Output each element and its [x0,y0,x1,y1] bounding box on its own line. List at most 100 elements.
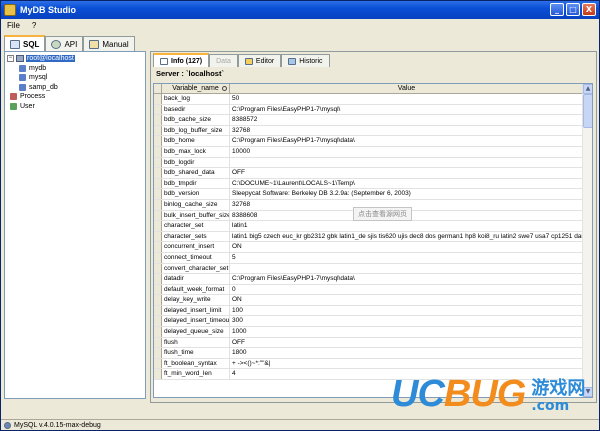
cell-variable-name[interactable]: datadir [162,274,230,284]
tab-api[interactable]: API [45,36,84,51]
cell-variable-name[interactable]: bdb_max_lock [162,146,230,157]
cell-value[interactable] [230,158,584,168]
table-row[interactable]: character_set latin1 [154,221,584,232]
cell-variable-name[interactable]: delayed_insert_timeout [162,316,230,327]
table-row[interactable]: connect_timeout 5 [154,252,584,264]
cell-value[interactable]: C:\Program Files\EasyPHP1-7\mysql\data\ [230,136,584,146]
row-indicator[interactable] [154,104,162,115]
tab-sql[interactable]: SQL [4,35,46,51]
cell-value[interactable]: 0 [230,285,584,295]
row-indicator[interactable] [154,305,162,316]
cell-value[interactable]: 100 [230,306,584,316]
table-row[interactable]: delayed_insert_limit 100 [154,305,584,317]
table-row[interactable]: bdb_max_lock 10000 [154,146,584,158]
cell-value[interactable]: 32768 [230,126,584,136]
menu-help[interactable]: ? [26,21,42,30]
cell-value[interactable]: 1800 [230,348,584,358]
row-indicator[interactable] [154,178,162,189]
cell-variable-name[interactable]: connect_timeout [162,252,230,263]
tree-root[interactable]: − root@localhost [7,54,75,64]
cell-variable-name[interactable]: basedir [162,104,230,115]
cell-value[interactable]: C:\DOCUME~1\Laurent\LOCALS~1\Temp\ [230,179,584,189]
row-indicator[interactable] [154,136,162,146]
cell-variable-name[interactable]: default_week_format [162,284,230,295]
table-row[interactable]: bdb_tmpdir C:\DOCUME~1\Laurent\LOCALS~1\T… [154,178,584,190]
row-indicator[interactable] [154,284,162,295]
table-row[interactable]: delayed_queue_size 1000 [154,327,584,338]
close-button[interactable]: X [582,3,596,16]
cell-value[interactable] [230,264,584,274]
tab-manual[interactable]: Manual [83,36,135,51]
variables-grid[interactable]: Variable_name Value back_log 50 basedir C:\… [153,83,593,398]
cell-variable-name[interactable]: bulk_insert_buffer_size [162,210,230,221]
tree-db-mysql[interactable]: mysql [7,73,75,83]
cell-variable-name[interactable]: bdb_shared_data [162,168,230,178]
table-row[interactable]: flush_time 1800 [154,348,584,359]
minimize-button[interactable]: _ [550,3,564,16]
tab-data[interactable]: Data [209,54,238,67]
cell-variable-name[interactable]: bdb_cache_size [162,115,230,125]
table-row[interactable]: back_log 50 [154,94,584,105]
tab-historic[interactable]: Historic [281,54,330,67]
table-row[interactable]: datadir C:\Program Files\EasyPHP1-7\mysql… [154,274,584,285]
row-indicator[interactable] [154,358,162,369]
row-indicator[interactable] [154,316,162,327]
cell-variable-name[interactable]: back_log [162,94,230,104]
cell-variable-name[interactable]: ft_boolean_syntax [162,358,230,369]
table-row[interactable]: character_sets latin1 big5 czech euc_kr g… [154,231,584,243]
cell-value[interactable]: ON [230,295,584,305]
cell-variable-name[interactable]: flush [162,337,230,348]
cell-variable-name[interactable]: delayed_queue_size [162,327,230,337]
cell-value[interactable]: + -><()~*:""&| [230,359,584,369]
table-row[interactable]: bdb_shared_data OFF [154,168,584,179]
scroll-up-icon[interactable]: ▲ [583,84,592,94]
table-row[interactable]: delayed_insert_timeout 300 [154,316,584,328]
search-icon[interactable] [222,86,227,91]
table-row[interactable]: bdb_home C:\Program Files\EasyPHP1-7\mysq… [154,136,584,147]
column-header-value[interactable]: Value [230,84,584,94]
tree-db-mydb[interactable]: mydb [7,64,75,74]
row-indicator[interactable] [154,94,162,104]
cell-variable-name[interactable]: delay_key_write [162,295,230,305]
row-indicator[interactable] [154,295,162,305]
cell-variable-name[interactable]: delayed_insert_limit [162,305,230,316]
row-indicator[interactable] [154,327,162,337]
cell-variable-name[interactable]: convert_character_set [162,263,230,274]
cell-value[interactable]: 1000 [230,327,584,337]
tab-editor[interactable]: Editor [237,54,282,67]
cell-variable-name[interactable]: bdb_version [162,189,230,199]
cell-value[interactable]: ON [230,242,584,252]
row-indicator[interactable] [154,115,162,125]
menu-file[interactable]: File [1,21,26,30]
table-row[interactable]: bdb_version Sleepycat Software: Berkeley … [154,189,584,200]
table-row[interactable]: convert_character_set [154,263,584,275]
cell-value[interactable]: latin1 big5 czech euc_kr gb2312 gbk lati… [230,232,584,242]
row-indicator[interactable] [154,146,162,157]
cell-variable-name[interactable]: bdb_tmpdir [162,178,230,189]
cell-variable-name[interactable]: ft_min_word_len [162,369,230,380]
cell-variable-name[interactable]: flush_time [162,348,230,358]
row-indicator[interactable] [154,231,162,242]
row-indicator[interactable] [154,369,162,380]
cell-value[interactable]: OFF [230,338,584,348]
row-indicator[interactable] [154,252,162,263]
row-indicator[interactable] [154,125,162,136]
row-indicator[interactable] [154,199,162,210]
cell-variable-name[interactable]: bdb_log_buffer_size [162,125,230,136]
table-row[interactable]: concurrent_insert ON [154,242,584,253]
cell-value[interactable]: 5 [230,253,584,263]
row-indicator[interactable] [154,263,162,274]
row-indicator[interactable] [154,348,162,358]
row-indicator[interactable] [154,221,162,231]
cell-value[interactable]: C:\Program Files\EasyPHP1-7\mysql\ [230,105,584,115]
row-indicator[interactable] [154,189,162,199]
row-indicator[interactable] [154,337,162,348]
cell-value[interactable]: Sleepycat Software: Berkeley DB 3.2.9a: … [230,189,584,199]
collapse-toggle-icon[interactable]: − [7,55,14,63]
row-indicator[interactable] [154,210,162,221]
cell-variable-name[interactable]: bdb_home [162,136,230,146]
tree-user[interactable]: User [7,102,75,112]
tab-info[interactable]: Info (127) [153,53,210,67]
cell-value[interactable]: 300 [230,316,584,326]
cell-variable-name[interactable]: concurrent_insert [162,242,230,252]
